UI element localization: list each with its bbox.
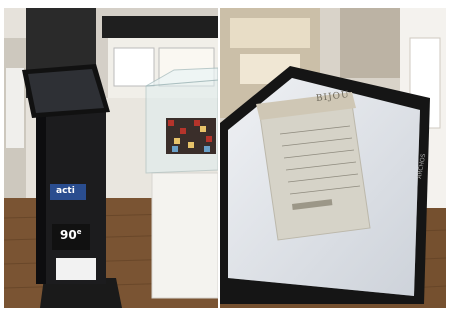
photo-collage: acti 90e BIJOU ARCHOS <box>0 0 450 312</box>
kiosk-badge-number: 90 <box>60 228 77 242</box>
right-photo: BIJOU ARCHOS <box>220 8 446 308</box>
kiosk-badge: 90e <box>60 228 81 242</box>
on-screen-form <box>259 103 371 241</box>
kiosk-badge-suffix: e <box>76 228 82 236</box>
glass-display-case <box>145 67 218 299</box>
left-photo: acti 90e <box>4 8 218 308</box>
left-photo-scene <box>4 8 218 308</box>
kiosk-brand-label: acti <box>56 186 75 196</box>
right-photo-scene <box>220 8 446 308</box>
